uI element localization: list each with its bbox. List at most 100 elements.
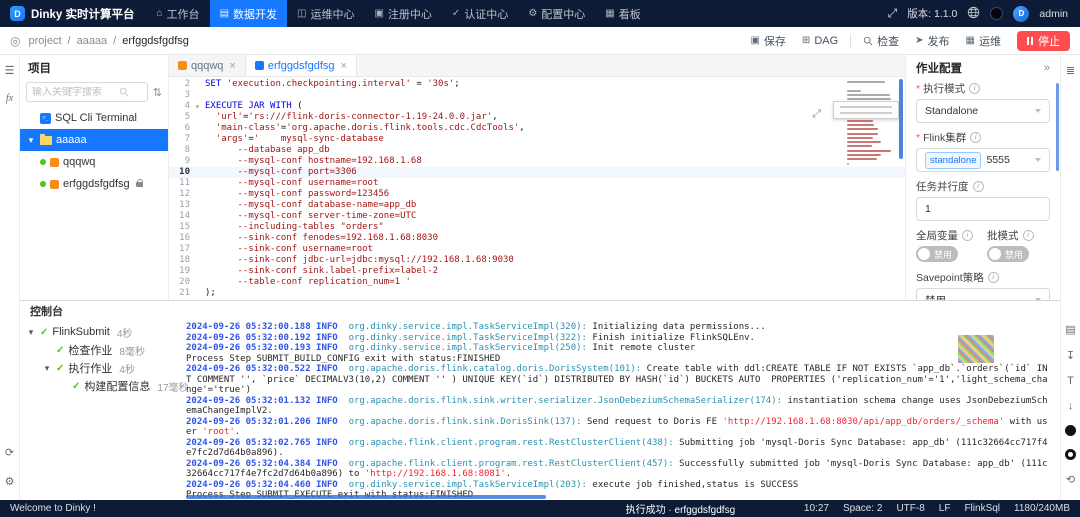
info-icon[interactable]: i xyxy=(970,132,982,143)
code-line[interactable]: 7 'args'=' mysql-sync-database xyxy=(169,134,905,145)
brand[interactable]: D Dinky 实时计算平台 xyxy=(0,6,147,22)
nav-item-dashboard[interactable]: ▦ 看板 xyxy=(595,0,650,27)
console-step[interactable]: ✓ 构建配置信息 17毫秒 xyxy=(20,377,189,395)
nav-item-registry[interactable]: ▣ 注册中心 xyxy=(364,0,441,27)
code-text[interactable]: --mysql-conf server-time-zone=UTC xyxy=(205,211,417,222)
tree-item-terminal[interactable]: >_ SQL Cli Terminal xyxy=(20,107,168,129)
info-icon[interactable]: i xyxy=(962,230,973,241)
minimap[interactable] xyxy=(847,81,895,165)
caret-down-icon[interactable]: ▾ xyxy=(26,327,36,338)
toolbar-devops-button[interactable]: ▦ 运维 xyxy=(958,33,1009,49)
nav-item-workbench[interactable]: ⌂ 工作台 xyxy=(147,0,210,27)
code-text[interactable]: --mysql-conf username=root xyxy=(205,178,379,189)
code-line[interactable]: 12 --mysql-conf password=123456 xyxy=(169,189,905,200)
console-step[interactable]: ▾ ✓ 执行作业 4秒 xyxy=(20,359,178,377)
code-text[interactable]: --sink-conf username=root xyxy=(205,244,373,255)
savepoint-select[interactable]: 禁用 xyxy=(916,288,1050,300)
code-text[interactable]: --mysql-conf database-name=app_db xyxy=(205,200,417,211)
code-line[interactable]: 8 --database app_db xyxy=(169,145,905,156)
panel-scrollbar[interactable] xyxy=(1056,83,1059,171)
breadcrumb-item[interactable]: project xyxy=(28,35,61,47)
user-avatar[interactable]: D xyxy=(1013,5,1030,22)
info-icon[interactable]: i xyxy=(987,272,999,283)
clear-log-icon[interactable]: ⟲ xyxy=(1066,473,1075,486)
code-text[interactable]: --mysql-conf hostname=192.168.1.68 xyxy=(205,156,422,167)
history-icon[interactable]: ⟳ xyxy=(5,446,14,459)
tree-item-task[interactable]: qqqwq xyxy=(20,151,168,173)
fullscreen-icon[interactable]: ⤢ xyxy=(888,6,898,21)
code-text[interactable]: --database app_db xyxy=(205,145,330,156)
code-line[interactable]: 4 ▾ EXECUTE JAR WITH ( xyxy=(169,101,905,112)
toolbar-check-button[interactable]: 检查 xyxy=(855,33,907,49)
toolbar-dag-button[interactable]: ⊞ DAG xyxy=(794,35,846,47)
flink-cluster-select[interactable]: standalone 5555 xyxy=(916,148,1050,172)
code-line[interactable]: 5 'url'='rs:///flink-doris-connector-1.1… xyxy=(169,112,905,123)
language-globe-icon[interactable] xyxy=(967,6,980,22)
code-line[interactable]: 9 --mysql-conf hostname=192.168.1.68 xyxy=(169,156,905,167)
exec-mode-select[interactable]: Standalone xyxy=(916,99,1050,123)
code-line[interactable]: 19 --sink-conf sink.label-prefix=label-2 xyxy=(169,266,905,277)
nav-item-auth[interactable]: ✓ 认证中心 xyxy=(442,0,518,27)
code-line[interactable]: 11 --mysql-conf username=root xyxy=(169,178,905,189)
username[interactable]: admin xyxy=(1039,8,1068,20)
code-text[interactable]: ); xyxy=(205,288,216,299)
function-icon[interactable]: fx xyxy=(6,93,13,104)
code-line[interactable]: 18 --sink-conf jdbc-url=jdbc:mysql://192… xyxy=(169,255,905,266)
console-title[interactable]: 控制台 xyxy=(30,303,63,319)
code-line[interactable]: 10 --mysql-conf port=3306 xyxy=(169,167,905,178)
code-line[interactable]: 3 xyxy=(169,90,905,101)
code-lines[interactable]: 2 SET 'execution.checkpointing.interval' … xyxy=(169,79,905,299)
theme-dark-icon[interactable] xyxy=(1065,425,1076,436)
code-text[interactable]: --including-tables "orders" xyxy=(205,222,384,233)
log-list-icon[interactable]: ▤ xyxy=(1065,323,1075,336)
menu-icon[interactable]: ☰ xyxy=(5,64,15,77)
stop-button[interactable]: 停止 xyxy=(1017,30,1070,51)
code-line[interactable]: 2 SET 'execution.checkpointing.interval' … xyxy=(169,79,905,90)
outline-icon[interactable]: ≣ xyxy=(1066,64,1075,77)
caret-down-icon[interactable]: ▾ xyxy=(42,363,52,374)
nav-item-devops[interactable]: ◫ 运维中心 xyxy=(287,0,364,27)
breadcrumb-item[interactable]: erfggdsfgdfsg xyxy=(122,35,189,47)
caret-down-icon[interactable]: ▾ xyxy=(26,135,36,146)
tree-item-folder[interactable]: ▾ aaaaa xyxy=(20,129,168,151)
code-text[interactable]: EXECUTE JAR WITH ( xyxy=(205,101,303,112)
close-tab-icon[interactable]: × xyxy=(341,60,347,72)
info-icon[interactable]: i xyxy=(969,83,981,94)
code-editor[interactable]: 2 SET 'execution.checkpointing.interval' … xyxy=(169,77,905,300)
code-line[interactable]: 20 --table-conf replication_num=1 ' xyxy=(169,277,905,288)
search-input[interactable] xyxy=(32,86,116,98)
code-line[interactable]: 15 --including-tables "orders" xyxy=(169,222,905,233)
contrast-icon[interactable] xyxy=(1065,449,1076,460)
editor-tab[interactable]: qqqwq × xyxy=(169,55,246,76)
batch-mode-toggle[interactable]: 禁用 xyxy=(987,246,1030,262)
close-tab-icon[interactable]: × xyxy=(229,60,235,72)
info-icon[interactable]: i xyxy=(1022,230,1034,241)
breadcrumb-item[interactable]: aaaaa xyxy=(77,35,108,47)
font-size-icon[interactable]: T xyxy=(1067,375,1074,387)
code-text[interactable]: --mysql-conf password=123456 xyxy=(205,189,390,200)
code-text[interactable]: --sink-conf fenodes=192.168.1.68:8030 xyxy=(205,233,439,244)
code-line[interactable]: 13 --mysql-conf database-name=app_db xyxy=(169,200,905,211)
parallelism-input[interactable] xyxy=(916,197,1050,221)
task-status-icon[interactable]: ◎ xyxy=(10,34,20,48)
global-var-toggle[interactable]: 禁用 xyxy=(916,246,959,262)
code-line[interactable]: 17 --sink-conf username=root xyxy=(169,244,905,255)
export-log-icon[interactable]: ↧ xyxy=(1066,349,1075,362)
editor-scrollbar[interactable] xyxy=(899,79,903,159)
settings-gear-icon[interactable]: ⚙ xyxy=(5,475,15,488)
scroll-bottom-icon[interactable]: ↓ xyxy=(1068,400,1074,412)
code-text[interactable]: 'url'='rs:///flink-doris-connector-1.19-… xyxy=(205,112,498,123)
sort-icon[interactable]: ⇅ xyxy=(153,86,162,99)
code-text[interactable]: 'args'=' mysql-sync-database xyxy=(205,134,384,145)
expand-editor-icon[interactable]: ⤢ xyxy=(812,107,821,121)
console-logs[interactable]: 2024-09-26 05:32:00.188 INFO org.dinky.s… xyxy=(178,321,1060,500)
toolbar-save-button[interactable]: ▣ 保存 xyxy=(742,33,793,49)
editor-tab[interactable]: erfggdsfgdfsg × xyxy=(245,55,357,76)
fold-icon[interactable]: ▾ xyxy=(195,101,205,112)
code-text[interactable]: --mysql-conf port=3306 xyxy=(205,167,357,178)
nav-item-data-dev[interactable]: ▤ 数据开发 xyxy=(209,0,288,27)
console-step[interactable]: ▾ ✓ FlinkSubmit 4秒 xyxy=(20,323,178,341)
collapse-panel-icon[interactable]: » xyxy=(1044,62,1050,74)
toolbar-publish-button[interactable]: ➤ 发布 xyxy=(907,33,957,49)
code-line[interactable]: 16 --sink-conf fenodes=192.168.1.68:8030 xyxy=(169,233,905,244)
